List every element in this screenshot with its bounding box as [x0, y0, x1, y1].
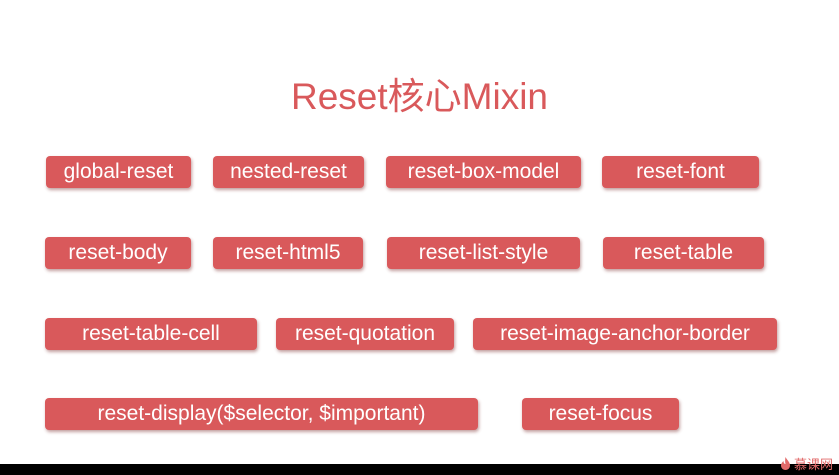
chip-reset-box-model[interactable]: reset-box-model [386, 156, 581, 188]
chip-reset-font[interactable]: reset-font [602, 156, 759, 188]
watermark-text: 慕课网 [793, 457, 833, 472]
chip-reset-focus[interactable]: reset-focus [522, 398, 679, 430]
flame-icon [780, 457, 790, 470]
chip-global-reset[interactable]: global-reset [46, 156, 191, 188]
chip-reset-html5[interactable]: reset-html5 [213, 237, 363, 269]
chip-reset-table[interactable]: reset-table [603, 237, 764, 269]
chip-reset-table-cell[interactable]: reset-table-cell [45, 318, 257, 350]
imooc-watermark: 慕课网 [780, 454, 833, 473]
chip-reset-display[interactable]: reset-display($selector, $important) [45, 398, 478, 430]
slide: Reset核心Mixin global-reset nested-reset r… [0, 0, 839, 464]
chip-nested-reset[interactable]: nested-reset [213, 156, 364, 188]
chip-reset-quotation[interactable]: reset-quotation [276, 318, 454, 350]
slide-title: Reset核心Mixin [291, 76, 548, 117]
chip-reset-list-style[interactable]: reset-list-style [387, 237, 580, 269]
chip-reset-image-anchor-border[interactable]: reset-image-anchor-border [473, 318, 777, 350]
chip-reset-body[interactable]: reset-body [45, 237, 191, 269]
